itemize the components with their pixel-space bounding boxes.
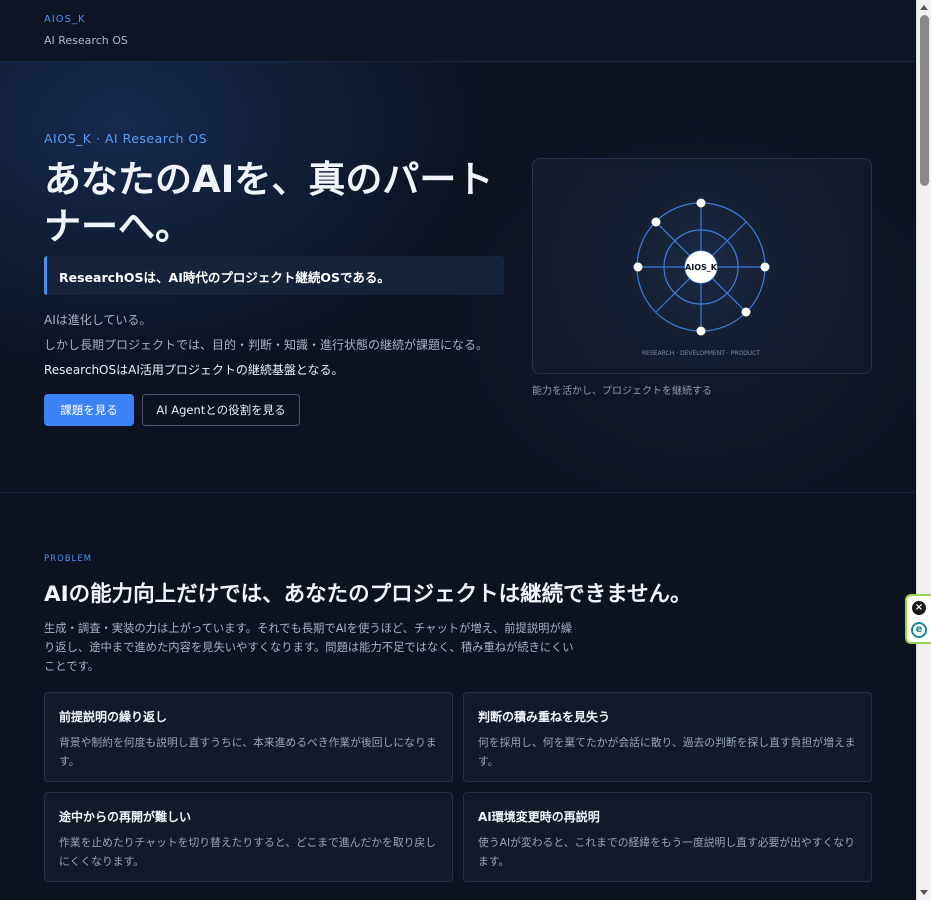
site-header: AIOS_K AI Research OS: [0, 0, 916, 62]
problem-section: PROBLEM AIの能力向上だけでは、あなたのプロジェクトは継続できません。 …: [0, 493, 916, 900]
page: AIOS_K AI Research OS AIOS_K · AI Resear…: [0, 0, 916, 900]
scroll-down-arrow-icon[interactable]: [920, 890, 928, 895]
hero-visual-card: AIOS_K RESEARCH · DEVELOPMENT · PRODUCT: [532, 158, 872, 374]
hero-line-3: ResearchOSはAI活用プロジェクトの継続基盤となる。: [44, 363, 344, 377]
problem-card: 途中からの再開が難しい 作業を止めたりチャットを切り替えたりすると、どこまで進ん…: [44, 792, 453, 882]
diagram-bottom-label: RESEARCH · DEVELOPMENT · PRODUCT: [642, 350, 760, 357]
hero-eyebrow: AIOS_K · AI Research OS: [44, 131, 208, 146]
problem-card: 前提説明の繰り返し 背景や制約を何度も説明し直すうちに、本来進めるべき作業が後回…: [44, 692, 453, 782]
scroll-thumb[interactable]: [920, 15, 929, 186]
brand-logo-text[interactable]: AIOS_K: [44, 14, 872, 25]
problem-title: AIの能力向上だけでは、あなたのプロジェクトは継続できません。: [44, 582, 692, 607]
problem-card-desc: 何を採用し、何を棄てたかが会話に散り、過去の判断を探し直す負担が増えます。: [478, 736, 856, 768]
vertical-scrollbar[interactable]: [916, 0, 931, 900]
hero-line-2: しかし長期プロジェクトでは、目的・判断・知識・進行状態の継続が課題になる。: [44, 338, 489, 352]
extension-logo-icon[interactable]: e: [911, 622, 927, 638]
hero-section: AIOS_K · AI Research OS あなたのAIを、真のパートナーへ…: [0, 62, 916, 493]
node-bottom-right: [741, 307, 751, 317]
node-bottom: [696, 326, 706, 336]
problem-description: 生成・調査・実装の力は上がっています。それでも長期でAIを使うほど、チャットが増…: [44, 622, 574, 673]
close-icon[interactable]: ×: [912, 601, 926, 615]
scroll-up-arrow-icon[interactable]: [920, 5, 928, 10]
problem-card-title: 途中からの再開が難しい: [59, 810, 192, 824]
problem-card-desc: 使うAIが変わると、これまでの経緯をもう一度説明し直す必要が出やすくなります。: [478, 836, 855, 868]
problem-card: AI環境変更時の再説明 使うAIが変わると、これまでの経緯をもう一度説明し直す必…: [463, 792, 872, 882]
center-label: AIOS_K: [685, 263, 718, 272]
problem-card-title: 前提説明の繰り返し: [59, 710, 168, 724]
hero-callout: ResearchOSは、AI時代のプロジェクト継続OSである。: [44, 256, 504, 295]
hero-title: あなたのAIを、真のパートナーへ。: [44, 158, 494, 248]
problem-card-title: 判断の積み重ねを見失う: [478, 710, 611, 724]
brand-subtitle: AI Research OS: [44, 34, 128, 47]
problem-card-title: AI環境変更時の再説明: [478, 810, 600, 824]
hero-visual-caption: 能力を活かし、プロジェクトを継続する: [532, 386, 712, 397]
hero-visual-inner: AIOS_K RESEARCH · DEVELOPMENT · PRODUCT: [541, 167, 863, 367]
hero-line-1: AIは進化している。: [44, 313, 152, 327]
node-left: [633, 262, 643, 272]
problem-card-desc: 背景や制約を何度も説明し直すうちに、本来進めるべき作業が後回しになります。: [59, 736, 437, 768]
view-problems-button[interactable]: 課題を見る: [44, 394, 134, 426]
floating-extension-widget[interactable]: × e: [905, 594, 931, 644]
node-top-left: [651, 217, 661, 227]
problem-card: 判断の積み重ねを見失う 何を採用し、何を棄てたかが会話に散り、過去の判断を探し直…: [463, 692, 872, 782]
problem-eyebrow: PROBLEM: [44, 554, 92, 564]
node-right: [760, 262, 770, 272]
problem-card-desc: 作業を止めたりチャットを切り替えたりすると、どこまで進んだかを取り戻しにくくなり…: [59, 836, 437, 868]
network-diagram-icon: AIOS_K RESEARCH · DEVELOPMENT · PRODUCT: [633, 198, 770, 357]
view-agent-role-button[interactable]: AI Agentとの役割を見る: [142, 394, 300, 426]
node-top: [696, 198, 706, 208]
